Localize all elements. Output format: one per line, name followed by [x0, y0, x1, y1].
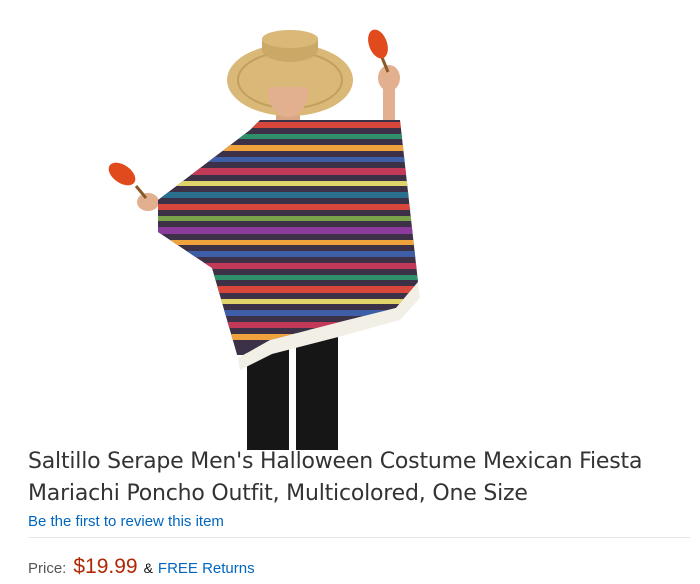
product-title: Saltillo Serape Men's Halloween Costume … [28, 446, 700, 510]
product-title-line-2: Mariachi Poncho Outfit, Multicolored, On… [28, 481, 528, 506]
price-row: Price: $19.99 & FREE Returns [28, 555, 255, 579]
ampersand: & [143, 560, 153, 576]
product-image[interactable] [100, 20, 440, 450]
product-title-line-1: Saltillo Serape Men's Halloween Costume … [28, 449, 643, 474]
price-label: Price: [28, 560, 67, 577]
free-returns-link[interactable]: FREE Returns [158, 560, 255, 577]
divider [28, 537, 690, 538]
price-value: $19.99 [73, 555, 138, 578]
review-link[interactable]: Be the first to review this item [28, 513, 224, 530]
